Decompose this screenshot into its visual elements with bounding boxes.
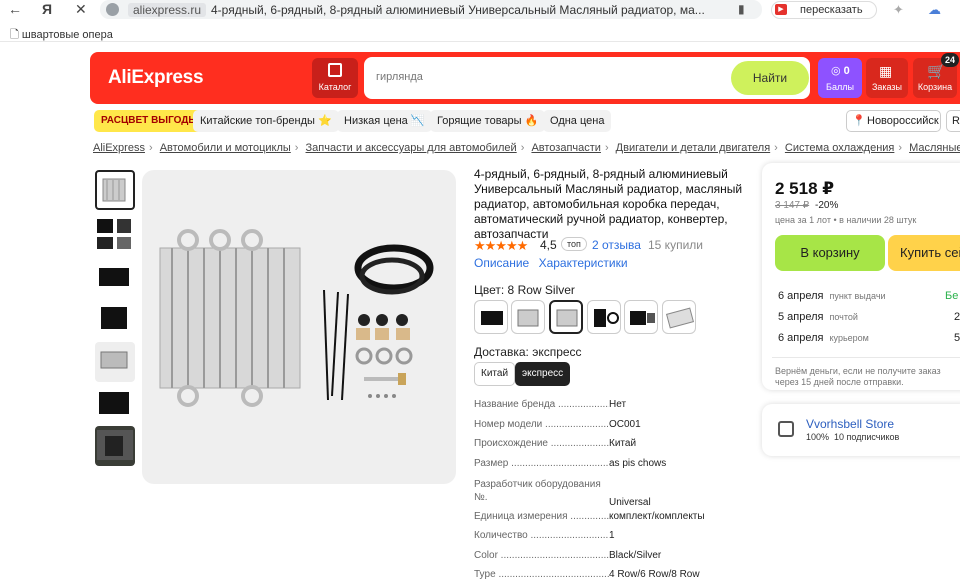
stock-info: цена за 1 лот • в наличии 28 штук xyxy=(775,215,917,225)
chip-one-price[interactable]: Одна цена xyxy=(543,110,612,132)
spec-value: as pis chows xyxy=(609,458,667,469)
breadcrumb-item[interactable]: Двигатели и детали двигателя xyxy=(616,142,771,154)
spec-name: Разработчик оборудования №. xyxy=(474,479,601,503)
color-label: Цвет: 8 Row Silver xyxy=(474,283,575,297)
bookmark-item[interactable]: 🗋 швартовые опера xyxy=(10,26,113,45)
delivery-row: 5 апреля почтой xyxy=(778,311,858,323)
discount-badge: -20% xyxy=(815,200,839,211)
product-thumbnail[interactable] xyxy=(95,426,135,466)
product-links: Описание Характеристики xyxy=(474,256,634,270)
product-thumbnail[interactable] xyxy=(95,170,135,210)
delivery-price: 2 xyxy=(954,311,960,323)
spec-name: Единица измерения ......................… xyxy=(474,511,609,522)
store-icon xyxy=(778,421,794,437)
spec-name: Название бренда ........................… xyxy=(474,399,609,410)
specs-link[interactable]: Характеристики xyxy=(539,256,628,270)
breadcrumb-item[interactable]: Запчасти и аксессуары для автомобилей xyxy=(306,142,517,154)
close-icon[interactable]: ✕ xyxy=(75,1,87,18)
spec-value: 4 Row/6 Row/8 Row xyxy=(609,569,700,580)
chip-hot-goods[interactable]: Горящие товары 🔥 xyxy=(430,110,546,132)
spec-name: Происхождение ..........................… xyxy=(474,438,609,449)
top-badge: топ xyxy=(561,237,587,251)
delivery-option-china[interactable]: Китай xyxy=(474,362,516,386)
delivery-label: Доставка: экспресс xyxy=(474,345,582,359)
spec-value: комплект/комплекты xyxy=(609,511,705,522)
product-main-image[interactable] xyxy=(142,170,456,484)
store-name[interactable]: Vvorhsbell Store xyxy=(806,417,894,431)
buy-now-button[interactable]: Купить сейчас xyxy=(888,235,960,271)
product-thumbnail[interactable] xyxy=(95,256,135,296)
spec-value: 1 xyxy=(609,530,615,541)
breadcrumb-item[interactable]: Автомобили и мотоциклы xyxy=(160,142,291,154)
store-meta: 100% 10 подписчиков xyxy=(806,432,900,442)
description-link[interactable]: Описание xyxy=(474,256,529,270)
orders-icon: ▦ xyxy=(879,63,893,79)
product-thumbnail[interactable] xyxy=(95,384,135,424)
product-thumbnail[interactable] xyxy=(95,342,135,382)
breadcrumb: AliExpress › Автомобили и мотоциклы › Запч… xyxy=(93,142,960,154)
spec-value: Китай xyxy=(609,438,637,449)
cart-count-badge: 24 xyxy=(941,53,959,67)
search-button[interactable]: Найти xyxy=(731,61,809,95)
color-variant[interactable] xyxy=(474,300,508,334)
catalog-icon xyxy=(328,63,342,77)
points-count: ◎ 0 xyxy=(831,65,850,77)
search-placeholder: гирлянда xyxy=(376,71,423,83)
spec-name: Номер модели ...........................… xyxy=(474,419,609,430)
delivery-price: 5 xyxy=(954,332,960,344)
reviews-link[interactable]: 2 отзыва xyxy=(592,238,641,252)
chip-top-brands[interactable]: Китайские топ-бренды ⭐ xyxy=(193,110,339,132)
bought-count: 15 купили xyxy=(648,238,703,252)
rating-value: 4,5 xyxy=(540,238,557,252)
site-favicon-icon xyxy=(106,3,119,16)
delivery-price: Бе xyxy=(945,290,959,302)
divider xyxy=(772,357,960,358)
chip-promo[interactable]: РАСЦВЕТ ВЫГОДЫ xyxy=(94,110,206,132)
site-logo[interactable]: AliExpress xyxy=(108,67,204,89)
spec-value: Black/Silver xyxy=(609,550,662,561)
spec-value: Нет xyxy=(609,399,627,410)
breadcrumb-item[interactable]: AliExpress xyxy=(93,142,145,154)
add-to-cart-button[interactable]: В корзину xyxy=(775,235,885,271)
delivery-row: 6 апреля пункт выдачи xyxy=(778,290,886,302)
translate-icon: ▶ xyxy=(775,4,787,15)
page-title-text: 4-рядный, 6-рядный, 8-рядный алюминиевый… xyxy=(211,3,705,17)
color-variant[interactable] xyxy=(624,300,658,334)
spec-name: Type ...................................… xyxy=(474,569,609,580)
color-variant[interactable] xyxy=(587,300,621,334)
color-variant[interactable] xyxy=(662,300,696,334)
url-text[interactable]: aliexpress.ru xyxy=(128,3,207,17)
color-variant[interactable] xyxy=(511,300,545,334)
product-thumbnail[interactable] xyxy=(95,213,135,253)
color-variant[interactable] xyxy=(549,300,583,334)
chip-low-price[interactable]: Низкая цена 📉 xyxy=(337,110,432,132)
delivery-row: 6 апреля курьером xyxy=(778,332,869,344)
back-icon[interactable]: ← xyxy=(8,1,22,17)
bookmarks-bar xyxy=(0,22,960,42)
spec-name: Размер .................................… xyxy=(474,458,609,469)
profile-icon[interactable]: ☁ xyxy=(928,2,941,18)
price: 2 518 ₽ xyxy=(775,179,835,198)
product-title: 4-рядный, 6-рядный, 8-рядный алюминиевый… xyxy=(474,167,743,241)
region-button[interactable]: R xyxy=(946,110,960,132)
product-thumbnail[interactable] xyxy=(95,299,135,339)
refund-note: Вернём деньги, если не получите заказ че… xyxy=(775,366,941,387)
rating-stars-icon: ★★★★★ xyxy=(474,238,528,253)
spec-value: OC001 xyxy=(609,419,641,430)
delivery-option-express[interactable]: экспресс xyxy=(515,362,571,386)
breadcrumb-item[interactable]: Автозапчасти xyxy=(531,142,601,154)
spec-name: Color ..................................… xyxy=(474,550,609,561)
extension-icon[interactable]: ✦ xyxy=(893,2,904,18)
bookmark-icon[interactable]: ▮ xyxy=(738,2,745,16)
breadcrumb-item[interactable]: Система охлаждения xyxy=(785,142,894,154)
old-price: 3 147 ₽ xyxy=(775,200,810,211)
spec-value: Universal xyxy=(609,497,651,508)
breadcrumb-item[interactable]: Масляные радиаторы xyxy=(909,142,960,154)
location-pin-icon: 📍 xyxy=(852,115,866,127)
spec-name: Количество .............................… xyxy=(474,530,609,541)
yandex-icon[interactable]: Я xyxy=(42,1,52,17)
